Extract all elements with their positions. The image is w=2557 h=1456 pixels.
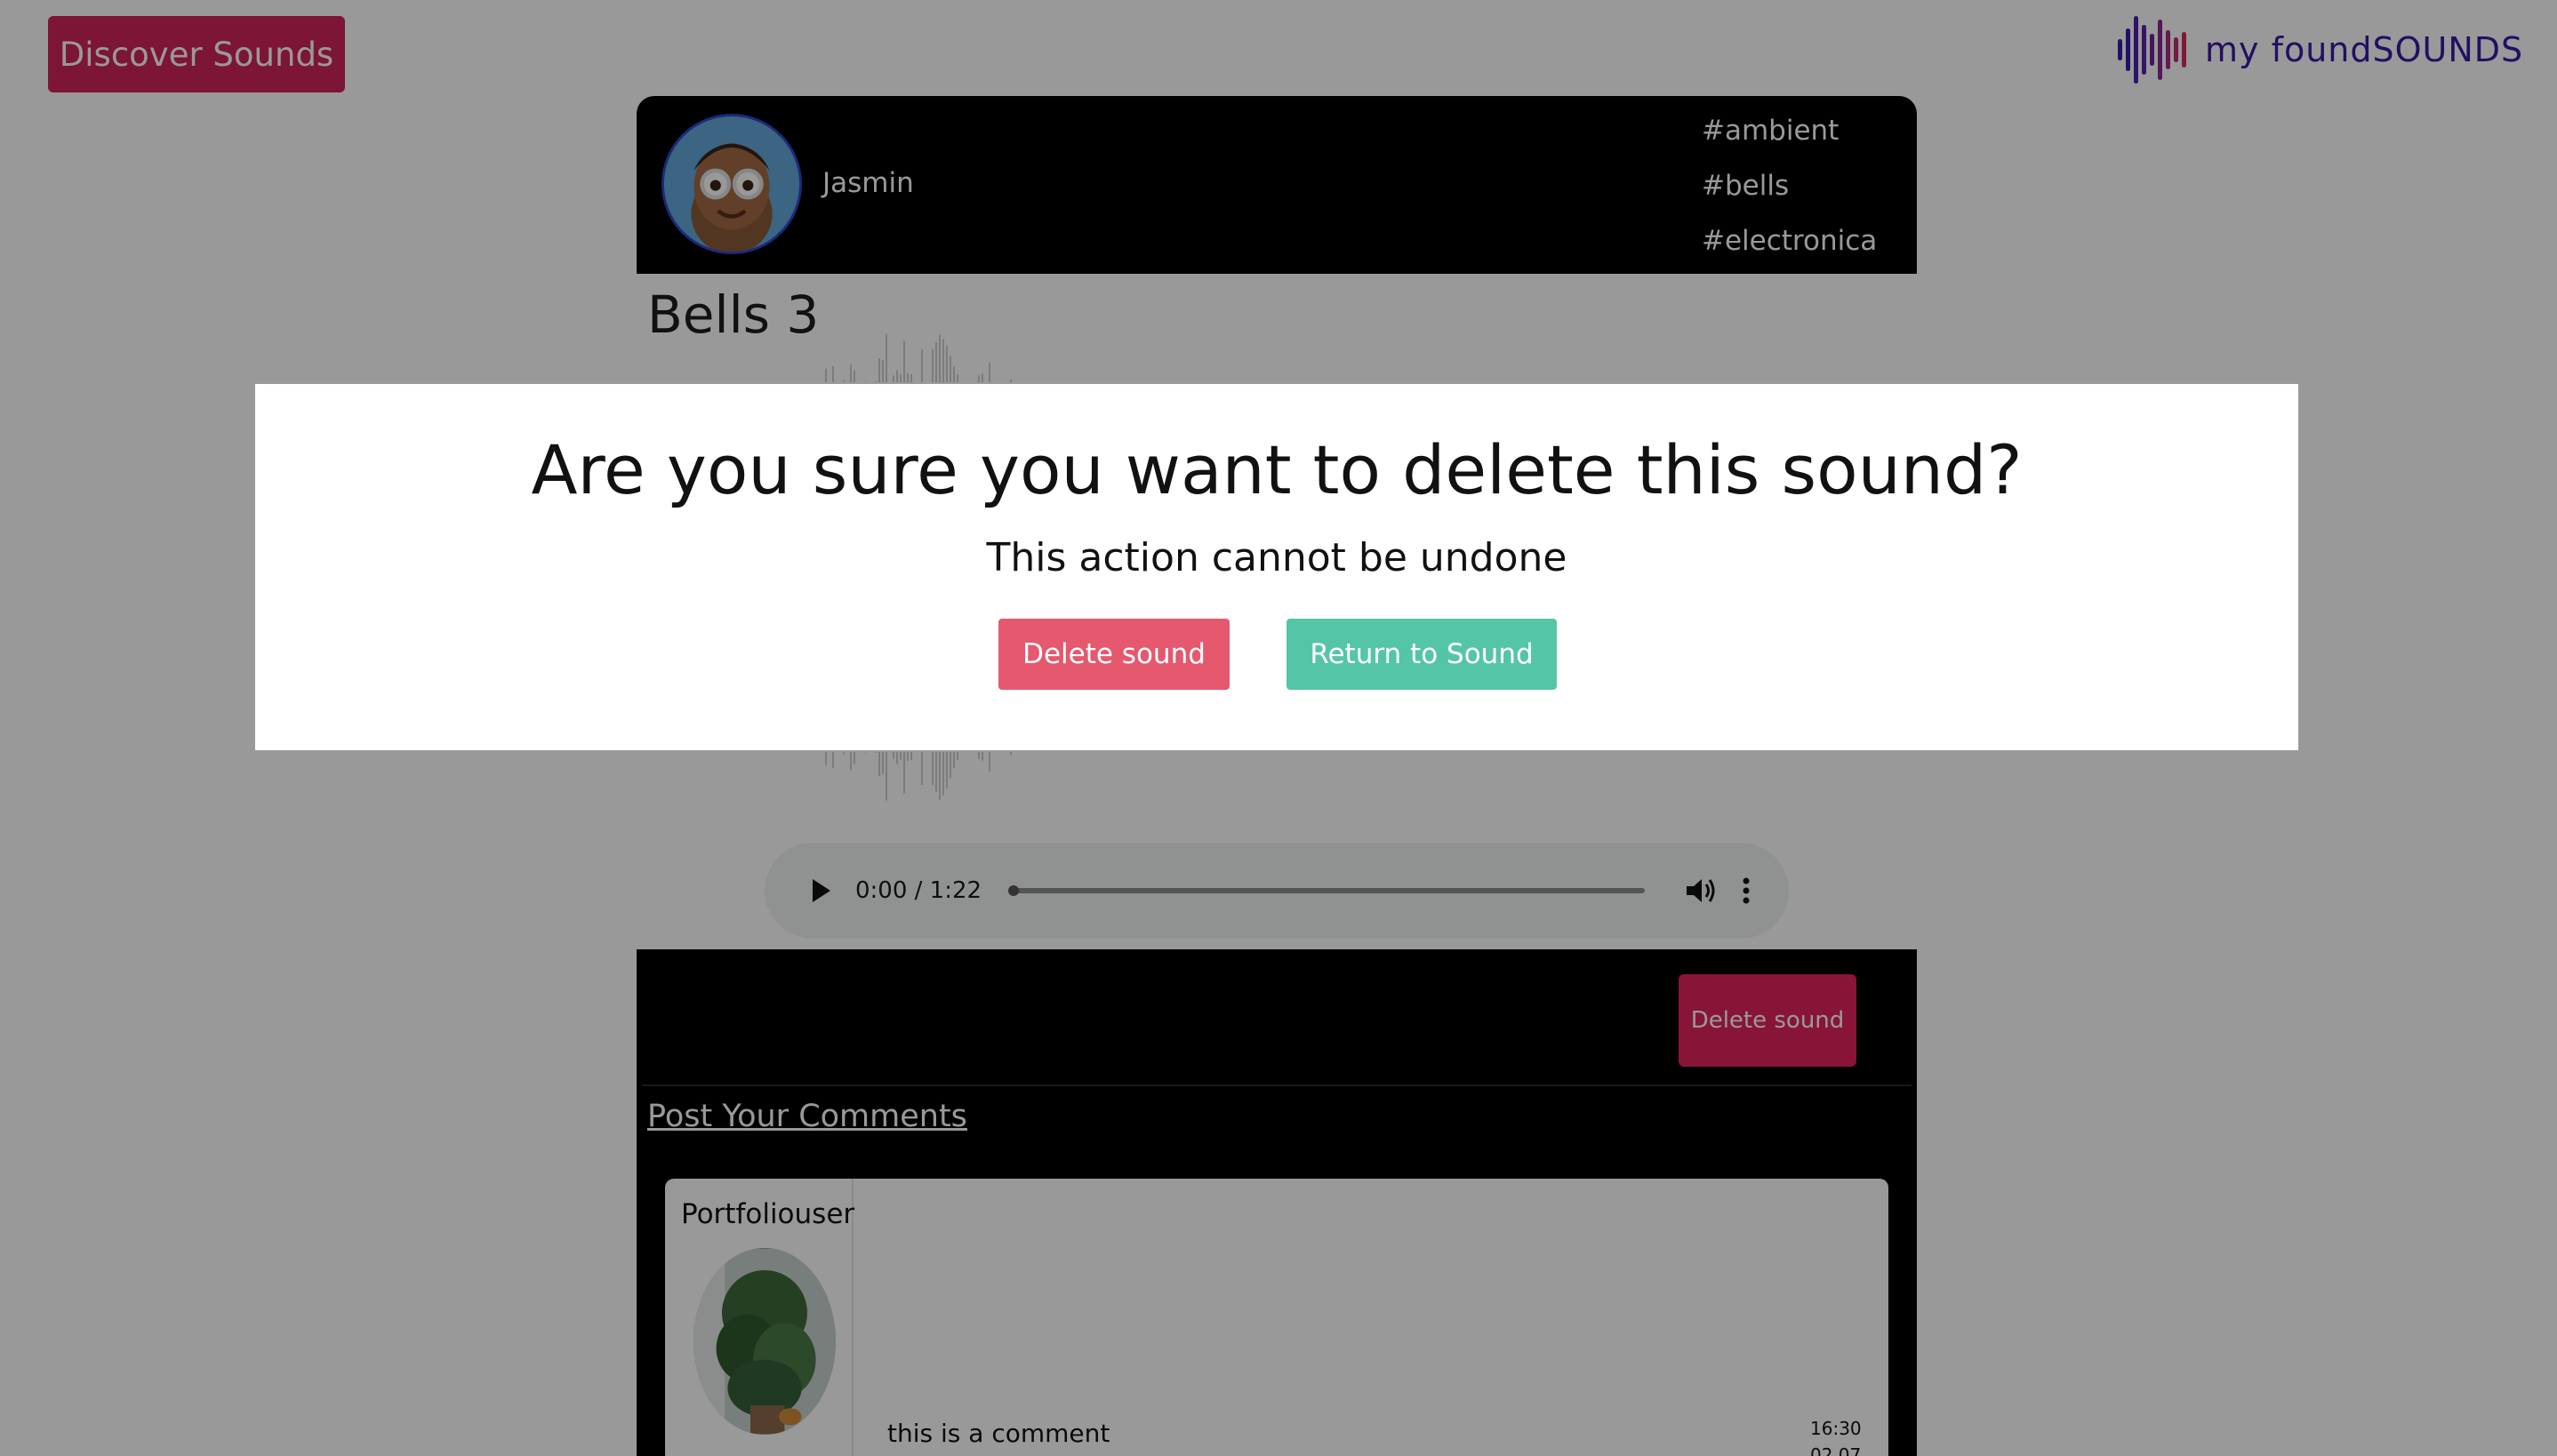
modal-subtitle: This action cannot be undone — [986, 535, 1567, 580]
modal-title: Are you sure you want to delete this sou… — [531, 430, 2023, 509]
return-to-sound-button[interactable]: Return to Sound — [1287, 619, 1557, 690]
sound-title: Bells 3 — [647, 284, 820, 345]
confirm-delete-button[interactable]: Delete sound — [998, 619, 1230, 690]
delete-confirm-modal: Are you sure you want to delete this sou… — [253, 382, 2300, 752]
